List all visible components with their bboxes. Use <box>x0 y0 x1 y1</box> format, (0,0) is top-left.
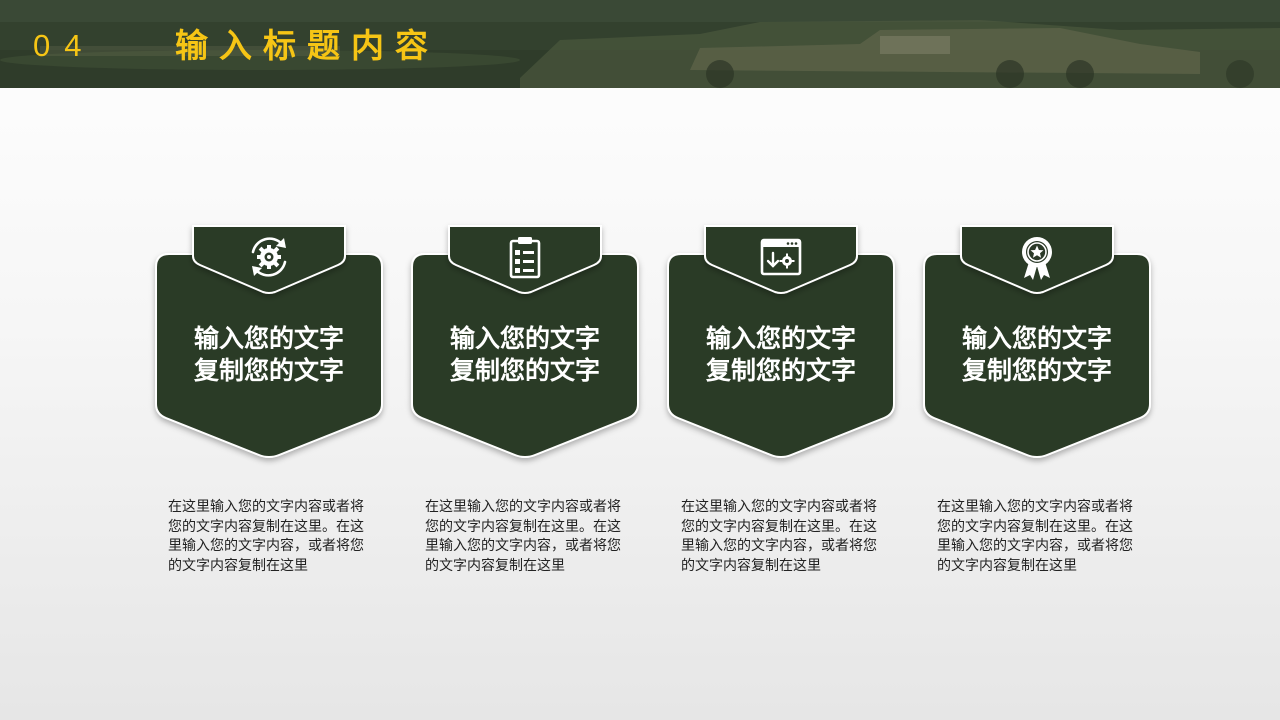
card-title: 输入您的文字 复制您的文字 <box>409 323 641 387</box>
card-title: 输入您的文字 复制您的文字 <box>665 323 897 387</box>
section-number: 04 <box>33 28 96 63</box>
header-banner: 04 输入标题内容 <box>0 0 1280 88</box>
card-title-line-2: 复制您的文字 <box>449 356 600 385</box>
browser-settings-icon <box>760 238 802 276</box>
feature-card-2: 输入您的文字 复制您的文字 <box>409 222 641 460</box>
gear-cycle-icon <box>251 237 287 277</box>
card-description-3: 在这里输入您的文字内容或者将您的文字内容复制在这里。在这里输入您的文字内容，或者… <box>681 499 877 574</box>
card-title-line-1: 输入您的文字 <box>705 324 856 353</box>
card-description-1: 在这里输入您的文字内容或者将您的文字内容复制在这里。在这里输入您的文字内容，或者… <box>168 499 364 574</box>
card-title: 输入您的文字 复制您的文字 <box>921 323 1153 387</box>
card-title-line-2: 复制您的文字 <box>705 356 856 385</box>
card-title-line-2: 复制您的文字 <box>193 356 344 385</box>
clipboard-checklist-icon <box>509 237 541 279</box>
card-title-line-2: 复制您的文字 <box>961 356 1112 385</box>
award-badge-icon <box>1022 237 1052 280</box>
card-description-4: 在这里输入您的文字内容或者将您的文字内容复制在这里。在这里输入您的文字内容，或者… <box>937 499 1133 574</box>
card-description-2: 在这里输入您的文字内容或者将您的文字内容复制在这里。在这里输入您的文字内容，或者… <box>425 499 621 574</box>
card-title-line-1: 输入您的文字 <box>449 324 600 353</box>
feature-card-3: 输入您的文字 复制您的文字 <box>665 222 897 460</box>
card-title: 输入您的文字 复制您的文字 <box>153 323 385 387</box>
card-title-line-1: 输入您的文字 <box>961 324 1112 353</box>
feature-card-4: 输入您的文字 复制您的文字 <box>921 222 1153 460</box>
card-title-line-1: 输入您的文字 <box>193 324 344 353</box>
feature-card-1: 输入您的文字 复制您的文字 <box>153 222 385 460</box>
section-title: 输入标题内容 <box>175 26 439 65</box>
